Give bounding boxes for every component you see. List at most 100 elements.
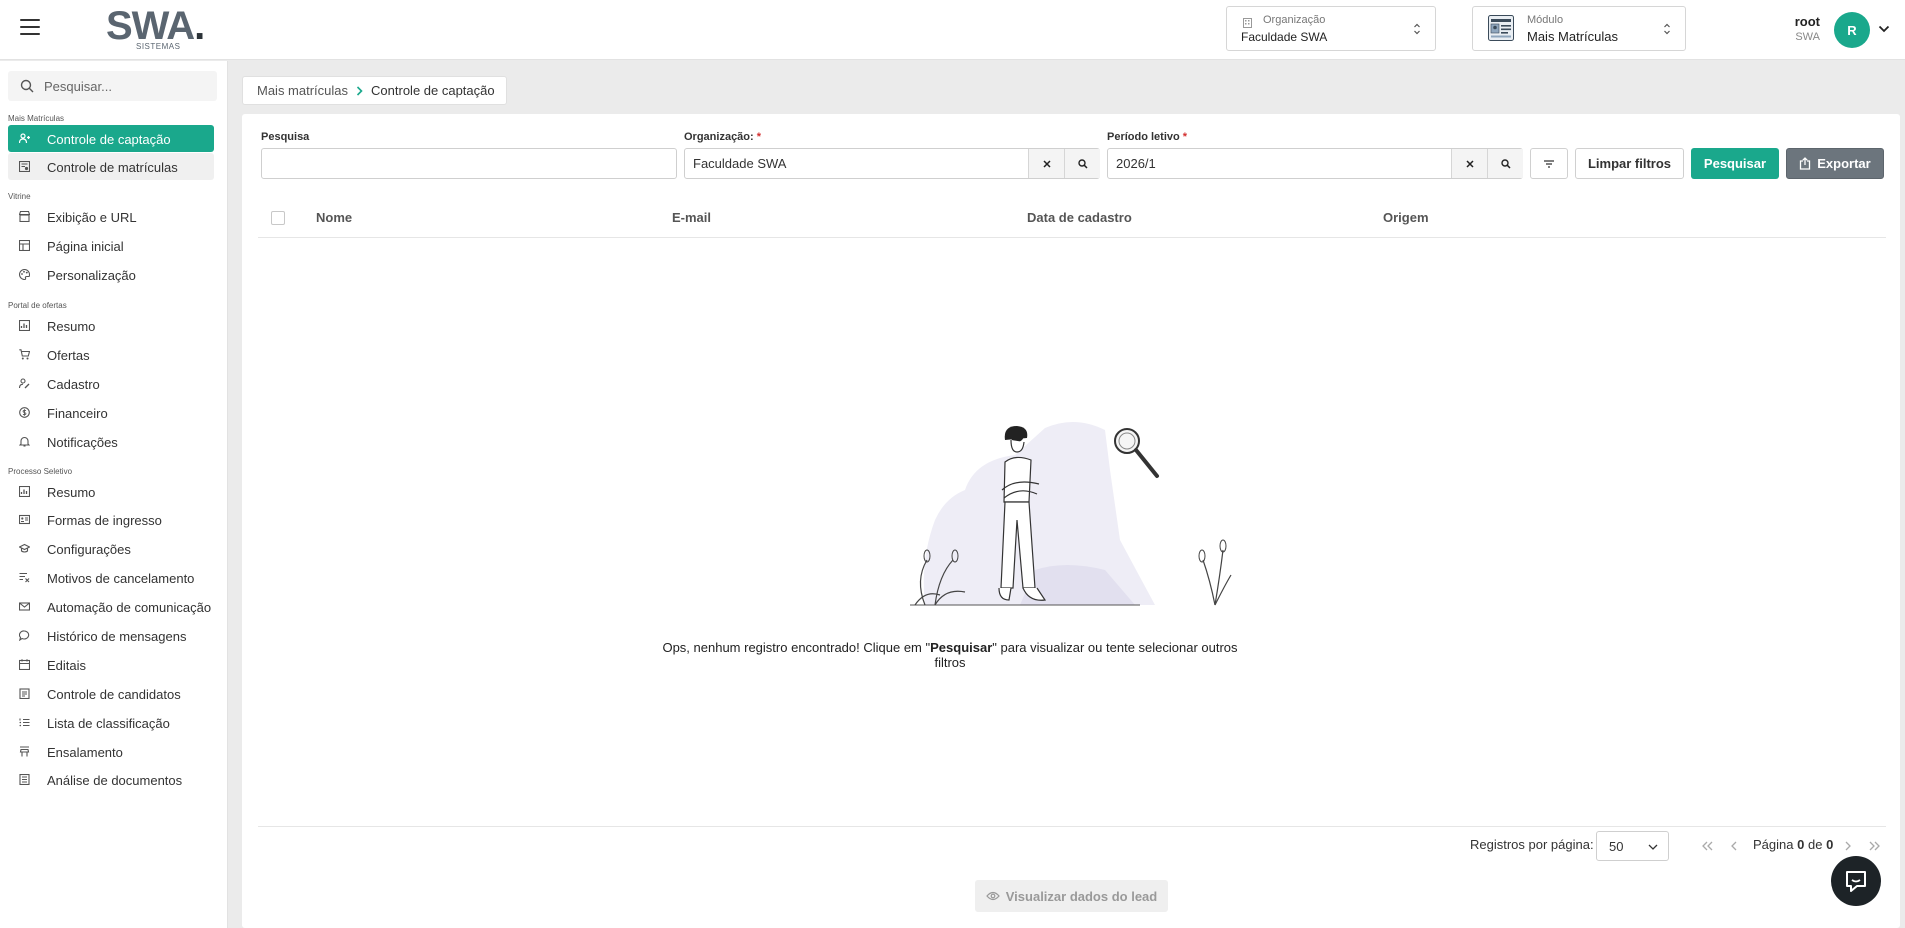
column-header-origem[interactable]: Origem — [1383, 210, 1429, 225]
organization-search-button[interactable] — [1064, 149, 1100, 178]
storefront-icon — [19, 211, 30, 222]
sidebar-item-controle-de-candidatos[interactable]: Controle de candidatos — [8, 680, 214, 707]
avatar[interactable]: R — [1834, 12, 1870, 48]
sidebar-search — [8, 71, 217, 101]
first-page-icon[interactable] — [1699, 838, 1715, 854]
export-button[interactable]: Exportar — [1786, 148, 1884, 179]
sidebar-item-label: Ensalamento — [47, 745, 123, 760]
calendar-icon — [19, 659, 30, 670]
sidebar-item-formas-de-ingresso[interactable]: Formas de ingresso — [8, 506, 214, 533]
sidebar-item-label: Página inicial — [47, 239, 124, 254]
rows-per-page-value: 50 — [1609, 839, 1624, 854]
period-field-label: Período letivo * — [1107, 131, 1188, 143]
select-all-checkbox[interactable] — [271, 211, 285, 225]
sidebar-item-label: Cadastro — [47, 377, 100, 392]
sidebar-item-label: Lista de classificação — [47, 716, 170, 731]
module-selector-label: Módulo — [1527, 14, 1564, 26]
sidebar-item-label: Formas de ingresso — [47, 513, 162, 528]
sidebar-item-historico-de-mensagens[interactable]: Histórico de mensagens — [8, 622, 214, 649]
search-input[interactable] — [262, 149, 676, 178]
clear-filters-button[interactable]: Limpar filtros — [1575, 148, 1684, 179]
organization-selector[interactable]: Organização Faculdade SWA — [1226, 6, 1436, 51]
chat-bubble-icon — [1846, 871, 1866, 892]
next-page-icon[interactable] — [1840, 838, 1856, 854]
sidebar-item-motivos-de-cancelamento[interactable]: Motivos de cancelamento — [8, 564, 214, 591]
sidebar-item-editais[interactable]: Editais — [8, 651, 214, 678]
clipboard-icon — [19, 688, 30, 699]
rows-per-page-label: Registros por página: — [1470, 837, 1594, 852]
chevron-down-icon[interactable] — [1878, 25, 1890, 33]
section-label-processo-seletivo: Processo Seletivo — [8, 467, 73, 476]
sidebar-item-configuracoes[interactable]: Configurações — [8, 535, 214, 562]
previous-page-icon[interactable] — [1726, 838, 1742, 854]
sidebar-item-label: Exibição e URL — [47, 210, 137, 225]
menu-icon[interactable] — [20, 19, 40, 37]
dollar-icon — [19, 407, 30, 418]
search-field — [261, 148, 677, 179]
organization-input[interactable] — [685, 149, 1028, 178]
sidebar-item-label: Automação de comunicação — [47, 600, 212, 615]
swa-logo[interactable]: SWA. SISTEMAS — [106, 6, 205, 52]
sidebar-item-pagina-inicial[interactable]: Página inicial — [8, 232, 214, 259]
mail-icon — [19, 602, 30, 611]
user-edit-icon — [19, 378, 30, 389]
organization-selector-value: Faculdade SWA — [1241, 30, 1328, 44]
chat-icon — [19, 630, 30, 641]
sidebar-item-label: Controle de matrículas — [47, 160, 178, 175]
sidebar-item-notificacoes[interactable]: Notificações — [8, 428, 214, 455]
search-icon — [20, 79, 34, 93]
empty-state-illustration — [910, 421, 1232, 606]
sidebar-item-financeiro[interactable]: Financeiro — [8, 399, 214, 426]
cart-icon — [19, 349, 30, 360]
user-menu[interactable]: root SWA R — [1790, 8, 1900, 52]
sidebar-item-controle-de-captacao[interactable]: Controle de captação — [8, 125, 214, 152]
cancel-list-icon — [19, 572, 30, 583]
breadcrumb-parent[interactable]: Mais matrículas — [257, 83, 348, 98]
advanced-filter-button[interactable] — [1530, 148, 1568, 179]
sidebar-item-label: Resumo — [47, 485, 96, 500]
sidebar-item-label: Resumo — [47, 319, 96, 334]
organization-clear-button[interactable] — [1028, 149, 1064, 178]
page-indicator: Página 0 de 0 — [1753, 837, 1834, 852]
module-selector[interactable]: Módulo Mais Matrículas — [1472, 6, 1686, 51]
updown-chevron-icon — [1414, 23, 1420, 35]
search-button[interactable]: Pesquisar — [1691, 148, 1779, 179]
user-plus-icon — [19, 133, 30, 144]
sidebar-search-input[interactable] — [44, 71, 209, 101]
sidebar-item-automacao-de-comunicacao[interactable]: Automação de comunicação — [8, 593, 214, 620]
updown-chevron-icon — [1664, 23, 1670, 35]
layout-icon — [19, 240, 30, 251]
document-icon — [19, 774, 30, 785]
sidebar-item-label: Controle de candidatos — [47, 687, 181, 702]
export-icon — [1800, 157, 1811, 170]
export-button-label: Exportar — [1817, 156, 1871, 171]
sidebar-item-resumo-processo[interactable]: Resumo — [8, 478, 214, 505]
last-page-icon[interactable] — [1867, 838, 1883, 854]
chevron-right-icon — [356, 85, 363, 96]
column-header-nome[interactable]: Nome — [316, 210, 352, 225]
period-search-button[interactable] — [1487, 149, 1523, 178]
user-org: SWA — [1795, 31, 1820, 43]
sidebar-item-cadastro[interactable]: Cadastro — [8, 370, 214, 397]
period-input[interactable] — [1108, 149, 1451, 178]
section-label-portal-de-ofertas: Portal de ofertas — [8, 301, 67, 310]
sidebar-item-personalizacao[interactable]: Personalização — [8, 261, 214, 288]
period-clear-button[interactable] — [1451, 149, 1487, 178]
top-header: SWA. SISTEMAS Organização Faculdade SWA … — [0, 0, 1905, 60]
sidebar-item-exibicao-e-url[interactable]: Exibição e URL — [8, 203, 214, 230]
sidebar-item-label: Histórico de mensagens — [47, 629, 187, 644]
sidebar-item-lista-de-classificacao[interactable]: Lista de classificação — [8, 709, 214, 736]
sidebar-item-analise-de-documentos[interactable]: Análise de documentos — [8, 766, 214, 793]
column-header-data-de-cadastro[interactable]: Data de cadastro — [1027, 210, 1132, 225]
rows-per-page-select[interactable]: 50 — [1596, 831, 1669, 861]
search-icon — [1500, 158, 1511, 169]
sidebar-item-ofertas[interactable]: Ofertas — [8, 341, 214, 368]
palette-icon — [19, 269, 30, 280]
enrollment-icon — [19, 161, 30, 172]
sidebar-item-resumo[interactable]: Resumo — [8, 312, 214, 339]
sidebar-item-ensalamento[interactable]: Ensalamento — [8, 738, 214, 765]
column-header-email[interactable]: E-mail — [672, 210, 711, 225]
support-chat-button[interactable] — [1831, 856, 1881, 906]
view-lead-data-button[interactable]: Visualizar dados do lead — [975, 880, 1168, 912]
sidebar-item-controle-de-matriculas[interactable]: Controle de matrículas — [8, 153, 214, 180]
